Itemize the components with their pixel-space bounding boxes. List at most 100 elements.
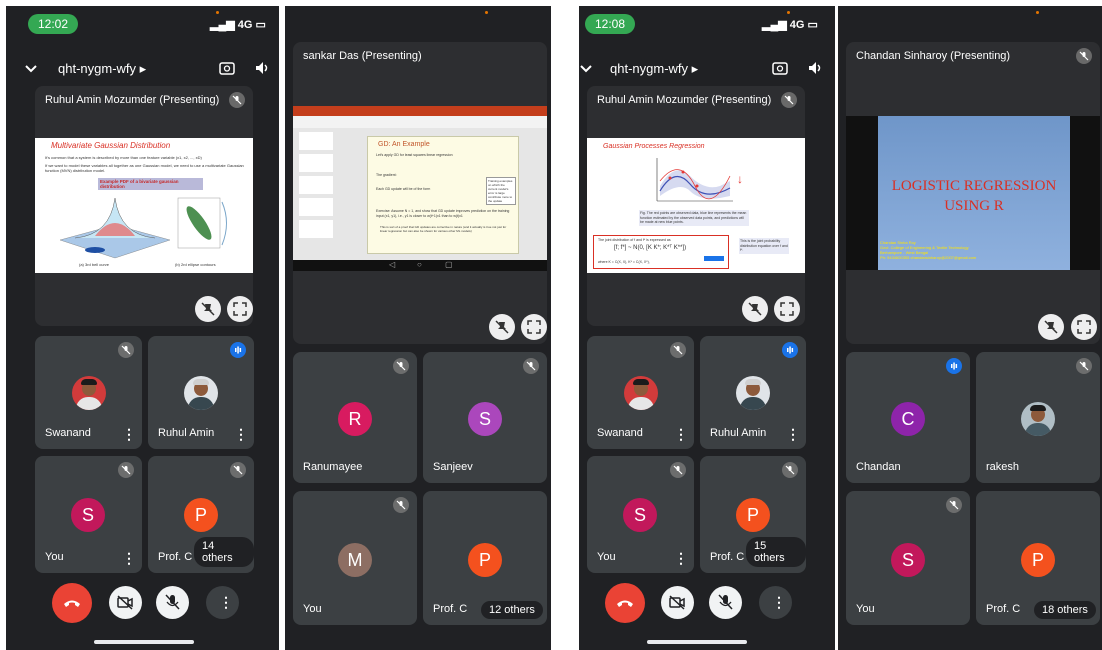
participant-tile-you[interactable]: S You ⋮	[587, 456, 694, 573]
switch-camera-icon[interactable]	[219, 60, 235, 81]
presentation-tile[interactable]: Ruhul Amin Mozumder (Presenting) Multiva…	[35, 86, 253, 326]
participant-tile-you[interactable]: S You ⋮	[35, 456, 142, 573]
participant-tile-others[interactable]: P Prof. C 14 others	[148, 456, 254, 573]
meet-screen-3: 12:08 ▂▄▆ 4G ▭ qht-nygm-wfy ▸ Ruhul Amin…	[579, 6, 835, 650]
avatar	[184, 376, 218, 410]
participant-tile-ranumayee[interactable]: R Ranumayee	[293, 352, 417, 483]
others-count-badge[interactable]: 12 others	[481, 601, 543, 619]
unpin-button[interactable]	[489, 314, 515, 340]
camera-off-button[interactable]	[661, 586, 694, 619]
mic-off-icon	[393, 358, 409, 374]
collapse-chevron-icon[interactable]	[579, 61, 593, 79]
privacy-indicator	[787, 11, 790, 14]
others-count-badge[interactable]: 18 others	[1034, 601, 1096, 619]
collapse-chevron-icon[interactable]	[24, 61, 38, 79]
others-count-badge[interactable]: 15 others	[746, 537, 806, 567]
mic-off-button[interactable]	[156, 586, 189, 619]
more-actions-button[interactable]: ⋮	[759, 586, 792, 619]
more-options-icon[interactable]: ⋮	[234, 427, 248, 441]
fullscreen-button[interactable]	[774, 296, 800, 322]
participant-tile-you[interactable]: S You	[846, 491, 970, 625]
mic-off-icon	[523, 358, 539, 374]
slide-bullet-2: The gradient:	[376, 173, 397, 177]
slide-title: GD: An Example	[378, 141, 430, 148]
meeting-code[interactable]: qht-nygm-wfy ▸	[610, 61, 698, 77]
ellipse-contour-plot	[177, 197, 227, 249]
unpin-button[interactable]	[195, 296, 221, 322]
participant-tile-others[interactable]: P Prof. C 18 others	[976, 491, 1100, 625]
presentation-tile[interactable]: sankar Das (Presenting) GD: An Example L…	[293, 42, 547, 344]
slide-bullet-3: Each GD update will be of the form	[376, 187, 431, 191]
speaker-icon[interactable]	[255, 61, 271, 80]
participant-tile-others[interactable]: P Prof. C 12 others	[423, 491, 547, 625]
slide-text-1: It's common that a system is described b…	[45, 155, 202, 160]
ppt-thumbnails	[299, 132, 333, 256]
slide-example-label: Example PDF of a bivariate gaussian dist…	[98, 178, 203, 190]
participant-tile-rakesh[interactable]: rakesh	[976, 352, 1100, 483]
avatar	[72, 376, 106, 410]
speaking-indicator-icon	[946, 358, 962, 374]
shared-slide: LOGISTIC REGRESSION USING R Chandan Sinh…	[846, 116, 1100, 270]
slide-text-2: If we want to model these variables all …	[45, 163, 244, 173]
more-options-icon[interactable]: ⋮	[674, 551, 688, 565]
fullscreen-button[interactable]	[1071, 314, 1097, 340]
fullscreen-button[interactable]	[521, 314, 547, 340]
participant-name: You	[303, 603, 322, 615]
participant-name: Swanand	[45, 427, 91, 439]
mic-off-icon	[1076, 358, 1092, 374]
avatar	[1021, 402, 1055, 436]
mic-off-button[interactable]	[709, 586, 742, 619]
mic-off-icon	[229, 92, 245, 108]
camera-off-button[interactable]	[109, 586, 142, 619]
speaker-icon[interactable]	[808, 61, 824, 80]
presentation-tile[interactable]: Ruhul Amin Mozumder (Presenting) Gaussia…	[587, 86, 805, 326]
participant-tile-you[interactable]: M You	[293, 491, 417, 625]
presentation-tile[interactable]: Chandan Sinharoy (Presenting) LOGISTIC R…	[846, 42, 1100, 344]
avatar: P	[184, 498, 218, 532]
presenter-name: Chandan Sinharoy (Presenting)	[856, 50, 1011, 62]
mic-off-icon	[393, 497, 409, 513]
caption-b: (b) 2rd ellipse contours	[175, 262, 216, 267]
participant-name: rakesh	[986, 461, 1020, 473]
participant-tile-ruhul[interactable]: Ruhul Amin ⋮	[148, 336, 254, 449]
slide-credits: Chandan Sinha Roy Govt. College of Engin…	[880, 240, 1068, 260]
status-time: 12:02	[28, 14, 79, 34]
more-options-icon[interactable]: ⋮	[786, 427, 800, 441]
slide-joint-text: The joint distribution of f and f* is ex…	[598, 238, 671, 242]
participant-name: You	[45, 551, 64, 563]
participant-tile-swanand[interactable]: Swanand ⋮	[587, 336, 694, 449]
more-options-icon[interactable]: ⋮	[122, 427, 136, 441]
mic-off-icon	[118, 342, 134, 358]
participant-tile-others[interactable]: P Prof. C 15 others	[700, 456, 806, 573]
avatar: S	[71, 498, 105, 532]
more-options-icon[interactable]: ⋮	[122, 551, 136, 565]
presenter-name: Ruhul Amin Mozumder (Presenting)	[45, 94, 220, 106]
shared-slide: GD: An Example Let's apply GD for least …	[293, 106, 547, 271]
avatar	[624, 376, 658, 410]
participant-tile-ruhul[interactable]: Ruhul Amin ⋮	[700, 336, 806, 449]
participant-tile-chandan[interactable]: C Chandan	[846, 352, 970, 483]
participant-name: Swanand	[597, 427, 643, 439]
more-actions-button[interactable]: ⋮	[206, 586, 239, 619]
participant-tile-sanjeev[interactable]: S Sanjeev	[423, 352, 547, 483]
slide-note: Training examples on which the current m…	[486, 177, 516, 205]
shared-slide: Multivariate Gaussian Distribution It's …	[35, 138, 253, 273]
slide-title: Multivariate Gaussian Distribution	[51, 141, 171, 150]
end-call-button[interactable]	[52, 583, 92, 623]
switch-camera-icon[interactable]	[772, 60, 788, 81]
avatar	[736, 376, 770, 410]
fullscreen-button[interactable]	[227, 296, 253, 322]
end-call-button[interactable]	[605, 583, 645, 623]
unpin-button[interactable]	[1038, 314, 1064, 340]
participant-tile-swanand[interactable]: Swanand ⋮	[35, 336, 142, 449]
network-label: 4G	[237, 19, 253, 31]
speaking-indicator-icon	[782, 342, 798, 358]
more-options-icon[interactable]: ⋮	[674, 427, 688, 441]
ppt-titlebar	[293, 106, 547, 116]
others-count-badge[interactable]: 14 others	[194, 537, 254, 567]
avatar: P	[736, 498, 770, 532]
unpin-button[interactable]	[742, 296, 768, 322]
meeting-code[interactable]: qht-nygm-wfy ▸	[58, 61, 146, 77]
slide-side-note: This is the joint probability distributi…	[739, 238, 789, 254]
avatar: S	[468, 402, 502, 436]
